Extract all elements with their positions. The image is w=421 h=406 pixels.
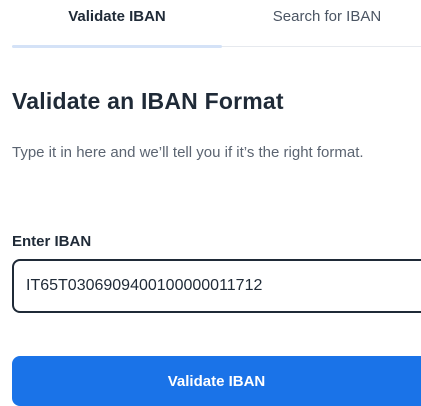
tab-label: Search for IBAN: [272, 8, 382, 25]
page-description: Type it in here and we’ll tell you if it…: [12, 144, 364, 161]
tab-validate-iban[interactable]: Validate IBAN: [12, 8, 222, 48]
tab-search-for-iban[interactable]: Search for IBAN: [232, 8, 421, 46]
tab-bar: Validate IBAN Search for IBAN: [12, 0, 421, 48]
active-tab-indicator: [12, 45, 222, 48]
validate-iban-button[interactable]: Validate IBAN: [12, 356, 421, 406]
page-title: Validate an IBAN Format: [12, 88, 284, 114]
iban-field-label: Enter IBAN: [12, 233, 92, 250]
tab-label: Validate IBAN: [68, 8, 166, 25]
iban-validator-page: Validate IBAN Search for IBAN Validate a…: [0, 0, 421, 406]
iban-input[interactable]: [12, 259, 421, 313]
